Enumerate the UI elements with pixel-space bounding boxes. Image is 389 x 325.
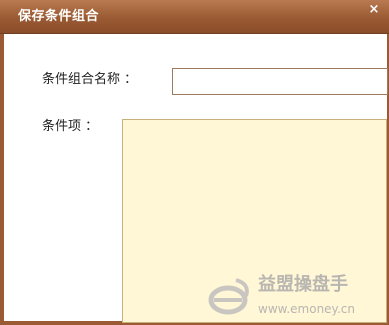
close-button[interactable]: × <box>367 2 381 18</box>
condition-items-list[interactable] <box>122 119 387 323</box>
condition-items-label: 条件项 ： <box>42 119 99 134</box>
dialog-border-left <box>0 34 4 325</box>
dialog-titlebar[interactable]: 保存条件组合 × <box>0 0 389 34</box>
save-condition-combo-dialog: 保存条件组合 × 条件组合名称 ： 条件项 ： 益盟操盘手 www.emoney… <box>0 0 389 325</box>
combo-name-input[interactable] <box>172 68 388 95</box>
close-icon: × <box>368 2 380 17</box>
dialog-title: 保存条件组合 <box>18 9 100 24</box>
combo-name-label: 条件组合名称 ： <box>42 72 138 87</box>
